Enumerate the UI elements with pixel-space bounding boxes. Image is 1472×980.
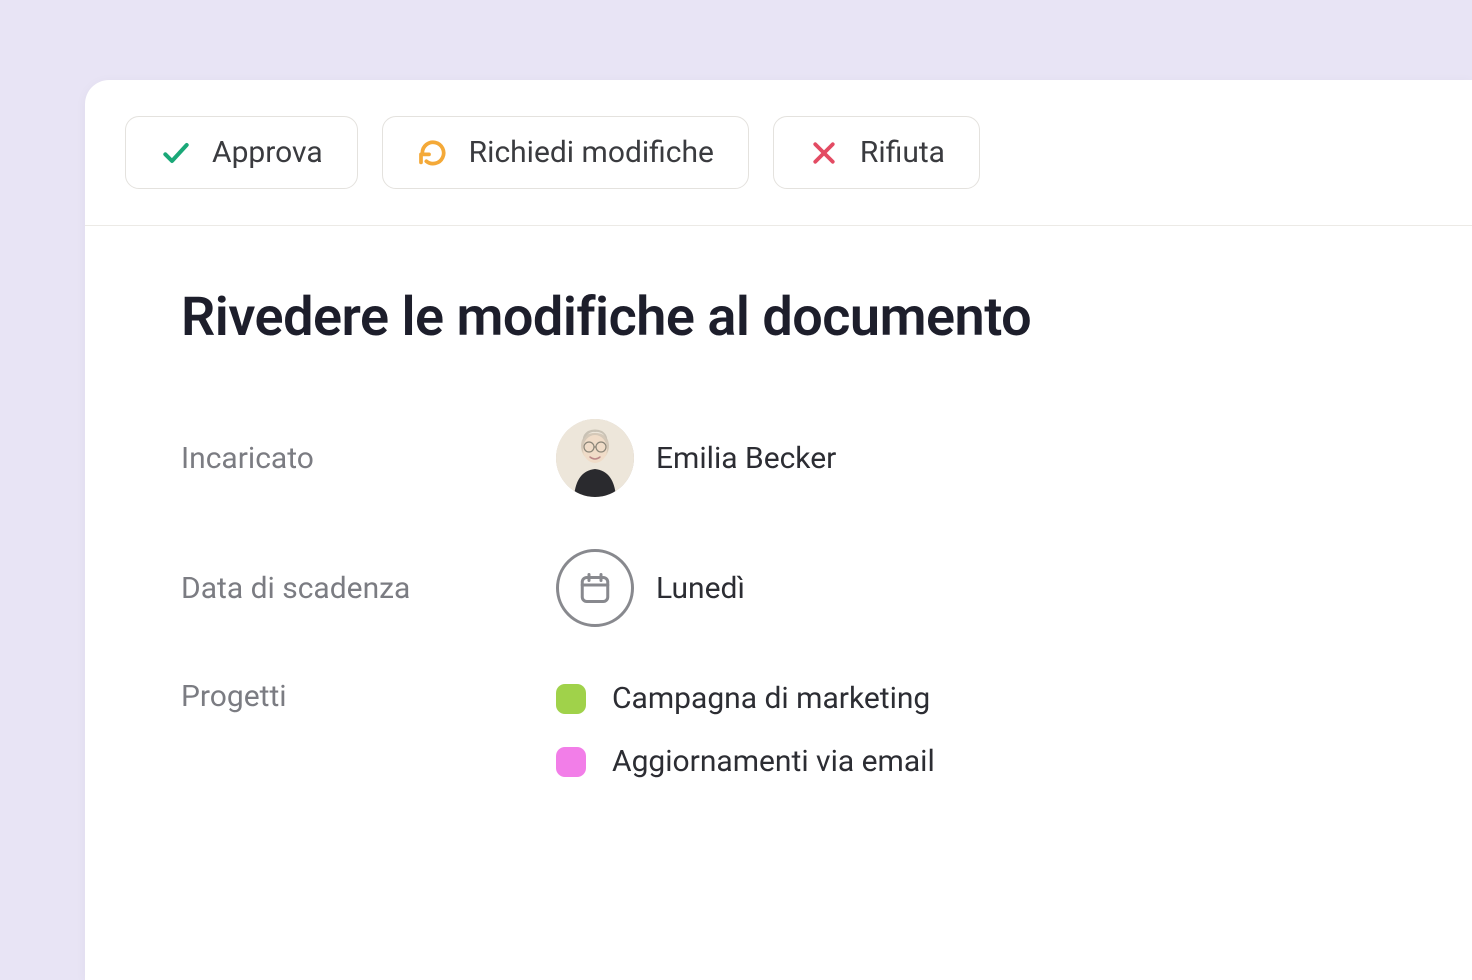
avatar <box>556 419 634 497</box>
task-content: Rivedere le modifiche al documento Incar… <box>85 226 1472 891</box>
approve-button[interactable]: Approva <box>125 116 358 189</box>
action-toolbar: Approva Richiedi modifiche Rifiuta <box>85 80 1472 226</box>
request-changes-button[interactable]: Richiedi modifiche <box>382 116 749 189</box>
assignee-row: Incaricato Emil <box>181 419 1376 497</box>
calendar-icon <box>556 549 634 627</box>
task-title: Rivedere le modifiche al documento <box>181 286 1376 349</box>
assignee-value[interactable]: Emilia Becker <box>556 419 836 497</box>
approve-label: Approva <box>212 135 323 170</box>
check-icon <box>160 137 192 169</box>
reject-button[interactable]: Rifiuta <box>773 116 980 189</box>
due-date-label: Data di scadenza <box>181 571 556 606</box>
request-changes-label: Richiedi modifiche <box>469 135 714 170</box>
project-name: Campagna di marketing <box>612 681 930 716</box>
projects-list: Campagna di marketing Aggiornamenti via … <box>556 679 935 779</box>
project-item[interactable]: Campagna di marketing <box>556 681 935 716</box>
project-item[interactable]: Aggiornamenti via email <box>556 744 935 779</box>
due-date-text: Lunedì <box>656 571 745 606</box>
assignee-label: Incaricato <box>181 441 556 476</box>
project-name: Aggiornamenti via email <box>612 744 935 779</box>
due-date-row: Data di scadenza Lunedì <box>181 549 1376 627</box>
projects-row: Progetti Campagna di marketing Aggiornam… <box>181 679 1376 779</box>
projects-label: Progetti <box>181 679 556 714</box>
reject-label: Rifiuta <box>860 135 945 170</box>
assignee-name: Emilia Becker <box>656 441 836 476</box>
x-icon <box>808 137 840 169</box>
project-color-chip <box>556 747 586 777</box>
due-date-value[interactable]: Lunedì <box>556 549 745 627</box>
undo-icon <box>417 137 449 169</box>
project-color-chip <box>556 684 586 714</box>
task-card: Approva Richiedi modifiche Rifiuta Rived… <box>85 80 1472 980</box>
